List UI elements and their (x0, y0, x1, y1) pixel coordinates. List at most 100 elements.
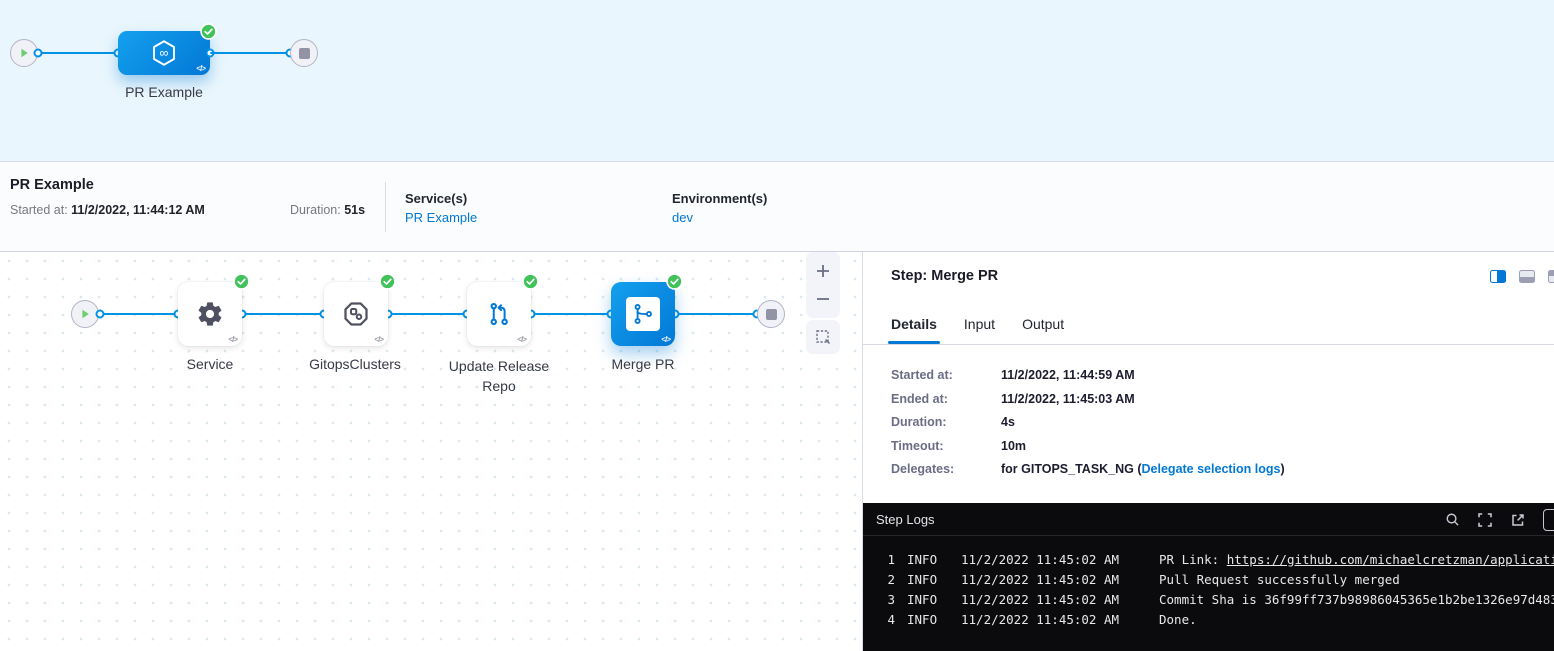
log-message: PR Link: https://github.com/michaelcretz… (1159, 552, 1554, 567)
success-check-icon (233, 273, 250, 290)
detail-row-duration: Duration: 4s (891, 415, 1554, 429)
edge-dot (34, 49, 43, 58)
log-message: Pull Request successfully merged (1159, 572, 1554, 587)
log-message: Done. (1159, 612, 1554, 627)
step-node-update-release-repo[interactable]: </> (467, 282, 531, 346)
console-view-button[interactable]: Conso (1543, 509, 1554, 531)
duration-line: Duration: 51s (290, 203, 365, 217)
layout-toggles (1490, 270, 1554, 283)
step-panel-header: Step: Merge PR Details Input Output (863, 252, 1554, 345)
git-merge-icon (630, 301, 656, 327)
pr-link[interactable]: https://github.com/michaelcretzman/appli… (1227, 552, 1554, 567)
graph-end-node[interactable] (757, 300, 785, 328)
svg-text:∞: ∞ (160, 46, 169, 60)
log-line-number: 2 (881, 572, 895, 587)
log-timestamp: 11/2/2022 11:45:02 AM (961, 572, 1121, 587)
code-icon: </> (196, 64, 205, 73)
split-right-active-icon[interactable] (1490, 270, 1506, 283)
pipeline-title: PR Example (10, 177, 94, 193)
detail-label: Delegates: (891, 462, 1001, 476)
gear-icon (196, 300, 224, 328)
stage-label: PR Example (114, 84, 214, 100)
open-external-icon[interactable] (1510, 512, 1526, 528)
delegates-prefix: for GITOPS_TASK_NG ( (1001, 462, 1142, 476)
step-tabs: Details Input Output (891, 316, 1064, 344)
graph-edge (100, 313, 178, 316)
pipeline-execution-page: ∞ </> PR Example PR Example Started at: … (0, 0, 1554, 651)
stage-graph-canvas[interactable]: ∞ </> PR Example (0, 0, 1554, 162)
panel-bottom-icon[interactable] (1519, 270, 1535, 283)
zoom-out-icon[interactable] (815, 291, 831, 307)
detail-row-timeout: Timeout: 10m (891, 439, 1554, 453)
step-panel-title: Step: Merge PR (891, 268, 998, 284)
step-label: Service (150, 356, 270, 372)
log-line: 2 INFO 11/2/2022 11:45:02 AM Pull Reques… (881, 569, 1554, 589)
delegates-suffix: ) (1280, 462, 1284, 476)
tab-details[interactable]: Details (891, 316, 937, 344)
code-icon: </> (661, 335, 670, 344)
step-label: Update Release Repo (440, 356, 558, 396)
graph-edge (531, 313, 611, 316)
stage-node-pr-example[interactable]: ∞ </> (118, 31, 210, 75)
detail-row-ended: Ended at: 11/2/2022, 11:45:03 AM (891, 392, 1554, 406)
tab-input[interactable]: Input (964, 316, 995, 344)
step-node-gitopsclusters[interactable]: </> (324, 282, 388, 346)
step-logs-title: Step Logs (876, 512, 935, 527)
log-line-number: 1 (881, 552, 895, 567)
environments-link[interactable]: dev (672, 210, 693, 225)
started-at-value: 11/2/2022, 11:44:12 AM (71, 203, 205, 217)
search-icon[interactable] (1445, 512, 1460, 527)
step-node-merge-pr[interactable]: </> (611, 282, 675, 346)
detail-value: 11/2/2022, 11:45:03 AM (1001, 392, 1135, 406)
duration-value: 51s (344, 203, 365, 217)
graph-edge (675, 313, 757, 316)
log-line-number: 4 (881, 612, 895, 627)
tab-output[interactable]: Output (1022, 316, 1064, 344)
step-details-panel: Step: Merge PR Details Input Output Star… (862, 252, 1554, 651)
detail-value: 11/2/2022, 11:44:59 AM (1001, 368, 1135, 382)
delegate-selection-logs-link[interactable]: Delegate selection logs (1142, 462, 1281, 476)
log-level: INFO (907, 552, 941, 567)
services-link[interactable]: PR Example (405, 210, 477, 225)
divider (385, 182, 386, 232)
log-level: INFO (907, 572, 941, 587)
log-message: Commit Sha is 36f99ff737b98986045365e1b2… (1159, 592, 1554, 607)
zoom-in-icon[interactable] (815, 263, 831, 279)
code-icon: </> (517, 335, 526, 344)
fullscreen-icon[interactable] (1477, 512, 1493, 528)
step-node-service[interactable]: </> (178, 282, 242, 346)
log-line-number: 3 (881, 592, 895, 607)
step-logs-panel: Step Logs Conso 1 INFO 11/2/2022 11:45:0… (863, 503, 1554, 651)
log-timestamp: 11/2/2022 11:45:02 AM (961, 552, 1121, 567)
success-check-icon (379, 273, 396, 290)
stage-edge (38, 52, 118, 55)
detail-label: Started at: (891, 368, 1001, 382)
stop-icon (766, 309, 777, 320)
detail-row-started: Started at: 11/2/2022, 11:44:59 AM (891, 368, 1554, 382)
success-check-icon (200, 23, 217, 40)
stage-end-node[interactable] (290, 39, 318, 67)
stage-edge (210, 52, 290, 55)
log-level: INFO (907, 612, 941, 627)
git-update-repo-icon (485, 300, 513, 328)
log-line: 3 INFO 11/2/2022 11:45:02 AM Commit Sha … (881, 589, 1554, 609)
step-logs-header: Step Logs Conso (863, 503, 1554, 536)
started-at-line: Started at: 11/2/2022, 11:44:12 AM (10, 203, 205, 217)
execution-graph-canvas[interactable]: </> </> (0, 252, 862, 651)
environments-label: Environment(s) (672, 191, 767, 206)
graph-edge (388, 313, 467, 316)
stop-icon (299, 48, 310, 59)
marquee-zoom-icon (815, 329, 832, 346)
step-label: GitopsClusters (290, 356, 420, 372)
detail-label: Ended at: (891, 392, 1001, 406)
log-lines: 1 INFO 11/2/2022 11:45:02 AM PR Link: ht… (863, 536, 1554, 629)
code-icon: </> (374, 335, 383, 344)
marquee-zoom-button[interactable] (806, 320, 840, 354)
services-label: Service(s) (405, 191, 467, 206)
panel-right-icon[interactable] (1548, 270, 1554, 283)
success-check-icon (522, 273, 539, 290)
step-logs-actions: Conso (1445, 503, 1554, 536)
gitops-hexagon-infinity-icon: ∞ (149, 38, 179, 68)
log-message-text: PR Link: (1159, 552, 1227, 567)
edge-dot (96, 310, 105, 319)
